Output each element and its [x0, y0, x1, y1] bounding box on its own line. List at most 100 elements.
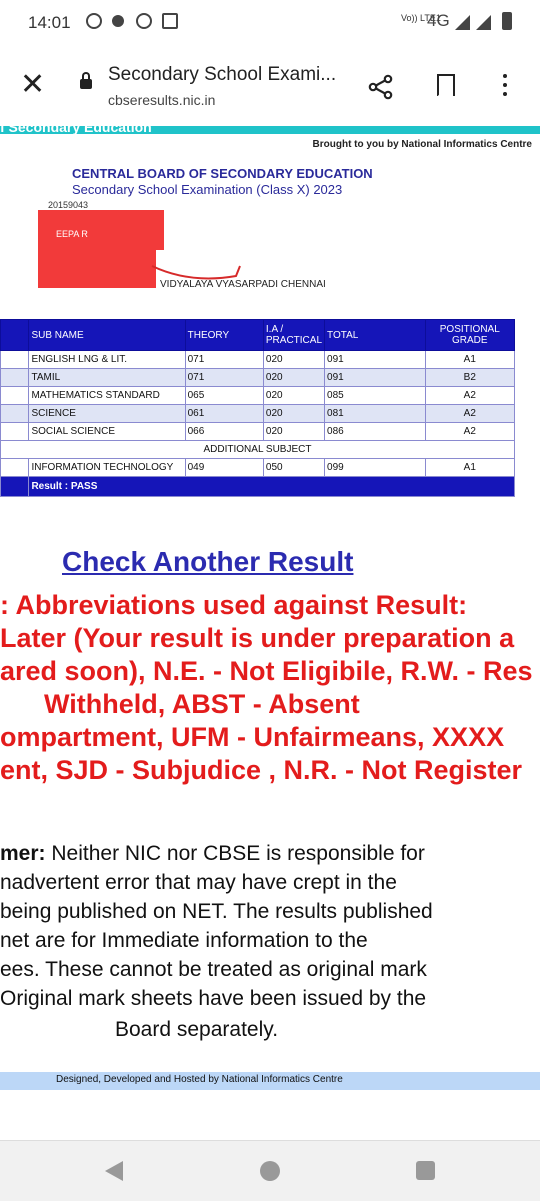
disclaimer-line: ees. These cannot be treated as original…: [0, 958, 427, 981]
abbreviations-line: Later (Your result is under preparation …: [0, 623, 515, 653]
row-code: [0, 476, 30, 497]
subject-name: SOCIAL SCIENCE: [28, 422, 186, 441]
row-code: [0, 368, 30, 387]
result-row: Result : PASS: [0, 476, 515, 497]
row-code: [0, 422, 30, 441]
theory-mark: 061: [184, 404, 264, 423]
bookmark-icon[interactable]: [437, 74, 455, 96]
table-row: ENGLISH LNG & LIT. 071 020 091 A1: [0, 350, 516, 369]
theory-mark: 071: [184, 350, 264, 369]
database-icon: [162, 13, 178, 29]
disclaimer-text: Neither NIC nor CBSE is responsible for: [45, 842, 425, 865]
disclaimer-line: Original mark sheets have been issued by…: [0, 987, 427, 1010]
row-code: [0, 404, 30, 423]
table-row: INFORMATION TECHNOLOGY 049 050 099 A1: [0, 458, 516, 477]
back-icon[interactable]: [105, 1161, 123, 1181]
practical-mark: 020: [262, 368, 326, 387]
results-table: SUB NAME THEORY I.A / PRACTICAL TOTAL PO…: [0, 319, 516, 497]
page-url[interactable]: cbseresults.nic.in: [108, 92, 215, 108]
disclaimer-label: mer:: [0, 842, 46, 865]
disclaimer-line: mer: Neither NIC nor CBSE is responsible…: [0, 842, 425, 866]
abbreviations-line: ent, SJD - Subjudice , N.R. - Not Regist…: [0, 755, 523, 785]
abbreviations-line: Withheld, ABST - Absent: [44, 689, 360, 719]
whatsapp-icon: [86, 13, 102, 29]
battery-icon: [502, 12, 512, 30]
practical-mark: 020: [262, 422, 326, 441]
subject-name: INFORMATION TECHNOLOGY: [28, 458, 186, 477]
practical-mark: 020: [262, 404, 326, 423]
total-mark: 091: [324, 350, 426, 369]
row-code: [0, 350, 30, 369]
grade: A2: [424, 386, 516, 405]
subject-name: SCIENCE: [28, 404, 186, 423]
row-code: [0, 458, 30, 477]
status-time: 14:01: [28, 13, 71, 32]
vpn-icon: [136, 13, 152, 29]
student-name: EEPA R: [56, 229, 88, 239]
disclaimer-line: being published on NET. The results publ…: [0, 900, 433, 923]
total-mark: 086: [324, 422, 426, 441]
browser-toolbar: ✕ Secondary School Exami... cbseresults.…: [0, 46, 540, 126]
network-type: 4G: [427, 11, 450, 30]
header-sub-name: SUB NAME: [28, 319, 186, 351]
subject-name: MATHEMATICS STANDARD: [28, 386, 186, 405]
recent-apps-icon[interactable]: [416, 1161, 435, 1180]
table-row: MATHEMATICS STANDARD 065 020 085 A2: [0, 386, 516, 405]
board-heading: CENTRAL BOARD OF SECONDARY EDUCATION Sec…: [72, 166, 373, 198]
grade: A1: [424, 458, 516, 477]
theory-mark: 066: [184, 422, 264, 441]
total-mark: 081: [324, 404, 426, 423]
lock-icon[interactable]: [80, 72, 92, 89]
total-mark: 085: [324, 386, 426, 405]
close-icon[interactable]: ✕: [20, 70, 45, 100]
check-another-result-link[interactable]: Check Another Result: [62, 546, 353, 578]
page-title[interactable]: Secondary School Exami...: [108, 64, 336, 86]
subject-name: ENGLISH LNG & LIT.: [28, 350, 186, 369]
theory-mark: 071: [184, 368, 264, 387]
grade: A1: [424, 350, 516, 369]
more-options-icon[interactable]: [503, 74, 507, 101]
additional-subject-label: ADDITIONAL SUBJECT: [0, 440, 515, 459]
disclaimer-line: Board separately.: [115, 1018, 279, 1041]
result-label: Result :: [31, 481, 69, 492]
footer-text: Designed, Developed and Hosted by Nation…: [56, 1074, 343, 1085]
table-header-row: SUB NAME THEORY I.A / PRACTICAL TOTAL PO…: [0, 319, 516, 351]
abbreviations-line: ompartment, UFM - Unfairmeans, XXXX: [0, 722, 505, 752]
disclaimer-line: nadvertent error that may have crept in …: [0, 871, 397, 894]
site-footer: Designed, Developed and Hosted by Nation…: [0, 1072, 540, 1090]
brought-by-text: Brought to you by National Informatics C…: [312, 139, 532, 150]
abbreviations-heading: : Abbreviations used against Result:: [0, 590, 468, 620]
grade: A2: [424, 404, 516, 423]
row-code: [0, 386, 30, 405]
signal-icon: [455, 15, 470, 30]
table-row: SCIENCE 061 020 081 A2: [0, 404, 516, 423]
abbreviations-line: ared soon), N.E. - Not Eligibile, R.W. -…: [0, 656, 533, 686]
disclaimer-line: net are for Immediate information to the: [0, 929, 368, 952]
practical-mark: 020: [262, 350, 326, 369]
notification-icon: [112, 15, 124, 27]
practical-mark: 050: [262, 458, 326, 477]
header-theory: THEORY: [184, 319, 264, 351]
grade: A2: [424, 422, 516, 441]
header-practical: I.A / PRACTICAL: [262, 319, 326, 351]
exam-name: Secondary School Examination (Class X) 2…: [72, 182, 343, 197]
total-mark: 091: [324, 368, 426, 387]
signal-icon-2: [476, 15, 491, 30]
school-name: VIDYALAYA VYASARPADI CHENNAI: [160, 279, 326, 290]
header-strip-text: f Secondary Education: [0, 119, 152, 135]
home-icon[interactable]: [260, 1161, 280, 1181]
redaction-mark-2: [38, 250, 156, 288]
table-row: TAMIL 071 020 091 B2: [0, 368, 516, 387]
share-icon[interactable]: [368, 74, 394, 100]
system-nav-bar: [0, 1140, 540, 1201]
status-bar: 14:01 Vo)) LTE1 4G: [0, 0, 540, 46]
theory-mark: 065: [184, 386, 264, 405]
additional-subject-row: ADDITIONAL SUBJECT: [0, 440, 515, 459]
grade: B2: [424, 368, 516, 387]
header-total: TOTAL: [324, 319, 426, 351]
header-grade: POSITIONAL GRADE: [424, 319, 516, 351]
table-row: SOCIAL SCIENCE 066 020 086 A2: [0, 422, 516, 441]
total-mark: 099: [324, 458, 426, 477]
roll-number: 20159043: [48, 200, 89, 210]
result-status: Result : PASS: [28, 476, 515, 497]
